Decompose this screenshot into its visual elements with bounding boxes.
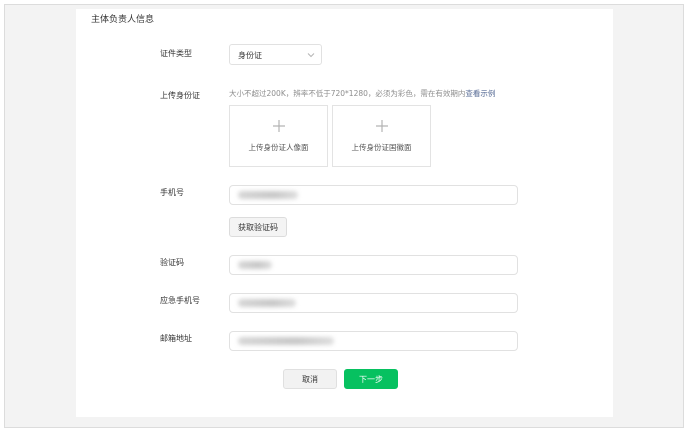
upload-id-front[interactable]: 上传身份证人像面 bbox=[229, 105, 328, 167]
id-type-select[interactable]: 身份证 bbox=[229, 44, 322, 65]
email-input[interactable] bbox=[229, 331, 518, 351]
verify-code-label: 验证码 bbox=[160, 258, 184, 267]
next-step-button[interactable]: 下一步 bbox=[344, 369, 398, 389]
redacted-value bbox=[238, 299, 296, 307]
section-title: 主体负责人信息 bbox=[91, 15, 155, 25]
redacted-value bbox=[238, 191, 298, 199]
phone-input[interactable] bbox=[229, 185, 518, 205]
chevron-down-icon bbox=[307, 53, 315, 58]
id-type-label: 证件类型 bbox=[160, 49, 192, 58]
phone-label: 手机号 bbox=[160, 188, 184, 197]
redacted-value bbox=[238, 337, 334, 345]
upload-id-back[interactable]: 上传身份证国徽面 bbox=[332, 105, 431, 167]
email-label: 邮箱地址 bbox=[160, 334, 192, 343]
upload-id-back-label: 上传身份证国徽面 bbox=[351, 143, 412, 152]
upload-hint-text: 大小不超过200K，辨率不低于720*1280，必须为彩色，需在有效期内 bbox=[229, 89, 466, 98]
upload-hint: 大小不超过200K，辨率不低于720*1280，必须为彩色，需在有效期内查看示例 bbox=[229, 88, 495, 99]
emergency-phone-label: 应急手机号 bbox=[160, 296, 200, 305]
window-frame bbox=[4, 4, 684, 428]
plus-icon bbox=[272, 120, 285, 132]
plus-icon bbox=[375, 120, 388, 132]
view-example-link[interactable]: 查看示例 bbox=[465, 89, 495, 98]
id-type-value: 身份证 bbox=[238, 51, 262, 60]
form-card bbox=[76, 9, 613, 417]
upload-id-front-label: 上传身份证人像面 bbox=[248, 143, 309, 152]
id-upload-label: 上传身份证 bbox=[160, 91, 200, 100]
get-code-button[interactable]: 获取验证码 bbox=[229, 217, 287, 237]
emergency-phone-input[interactable] bbox=[229, 293, 518, 313]
verify-code-input[interactable] bbox=[229, 255, 518, 275]
redacted-value bbox=[238, 261, 272, 269]
cancel-button[interactable]: 取消 bbox=[283, 369, 337, 389]
